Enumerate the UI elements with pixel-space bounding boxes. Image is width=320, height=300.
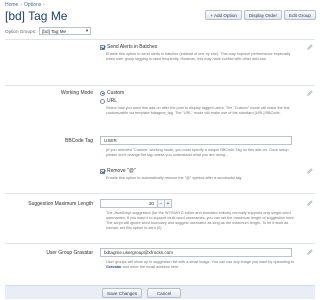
checkbox-checked-icon[interactable] (100, 44, 105, 50)
stepper-plus-button[interactable]: + (165, 199, 172, 208)
divider (5, 39, 315, 40)
send-alerts-checkbox[interactable]: Send Alerts in Batches (100, 44, 157, 50)
working-mode-url-radio[interactable]: URL (100, 98, 117, 104)
checkbox-checked-icon[interactable] (100, 168, 105, 174)
edit-pencil-icon[interactable] (307, 168, 313, 174)
working-mode-hint: Select how you want this add-on alter th… (106, 106, 290, 115)
edit-pencil-icon[interactable] (307, 200, 313, 206)
cancel-button[interactable]: Cancel (147, 288, 181, 298)
display-order-button[interactable]: Display Order (243, 10, 283, 20)
form-actions: Save Changes Cancel (102, 288, 181, 298)
breadcrumb: Home › Options › (5, 2, 47, 8)
working-mode-custom-radio[interactable]: Custom (100, 90, 124, 96)
breadcrumb-separator: › (43, 2, 45, 8)
edit-pencil-icon[interactable] (307, 90, 313, 96)
chevron-down-icon: ▾ (85, 28, 89, 33)
gravatar-hint-text-end: and enter the email address here. (121, 265, 180, 269)
add-option-button[interactable]: + Add Option (205, 10, 242, 20)
user-group-gravatar-input[interactable]: bdtagme.usergroup@xfrocks.com (100, 248, 292, 257)
send-alerts-label: Send Alerts in Batches (107, 44, 158, 50)
user-group-gravatar-label: User Group Gravatar (46, 250, 93, 256)
gravatar-hint-text: User groups will show up in suggestion l… (106, 260, 295, 264)
working-mode-label: Working Mode (60, 90, 93, 96)
user-group-gravatar-hint: User groups will show up in suggestion l… (106, 260, 296, 270)
option-groups-select[interactable]: [bd] Tag Me ▾ (39, 27, 92, 35)
option-groups-selected: [bd] Tag Me (42, 28, 67, 34)
suggestion-max-length-hint: The JavaScript suggestion (for the WYSIW… (106, 211, 295, 230)
suggestion-max-length-label: Suggestion Maximum Length (28, 201, 93, 207)
breadcrumb-separator: › (20, 2, 23, 8)
gravatar-link[interactable]: Gravatar (106, 265, 122, 269)
suggestion-max-length-stepper[interactable]: 30 − + (100, 199, 172, 208)
option-groups-row: Option Groups: [bd] Tag Me ▾ (5, 27, 92, 35)
remove-at-label: Remove "@" (107, 168, 136, 174)
suggestion-max-length-value[interactable]: 30 (100, 199, 158, 208)
edit-group-button[interactable]: Edit Group (284, 10, 316, 20)
working-mode-option-custom: Custom (107, 90, 125, 96)
divider (5, 193, 315, 194)
top-button-bar: + Add Option Display Order Edit Group (205, 10, 316, 20)
divider (5, 243, 315, 244)
radio-unchecked-icon[interactable] (100, 98, 105, 104)
remove-at-hint: Enable this option to automatically remo… (106, 176, 243, 180)
bbcode-tag-hint: (If you selected "Custom" working mode, … (106, 148, 290, 157)
save-changes-button[interactable]: Save Changes (102, 288, 142, 298)
breadcrumb-options[interactable]: Options (24, 2, 41, 8)
radio-checked-icon[interactable] (100, 90, 105, 96)
edit-pencil-icon[interactable] (307, 249, 313, 255)
edit-pencil-icon[interactable] (307, 44, 313, 50)
remove-at-checkbox[interactable]: Remove "@" (100, 168, 136, 174)
bbcode-tag-input[interactable]: USER (100, 136, 292, 145)
send-alerts-hint: Enable this option to send alerts in bat… (106, 52, 291, 61)
divider (5, 85, 315, 86)
stepper-minus-button[interactable]: − (158, 199, 165, 208)
working-mode-option-url: URL (107, 98, 118, 104)
page-title: [bd] Tag Me (5, 9, 68, 23)
bbcode-tag-label: BBCode Tag (65, 138, 93, 144)
option-groups-label: Option Groups: (5, 28, 37, 34)
breadcrumb-home[interactable]: Home (5, 2, 18, 8)
